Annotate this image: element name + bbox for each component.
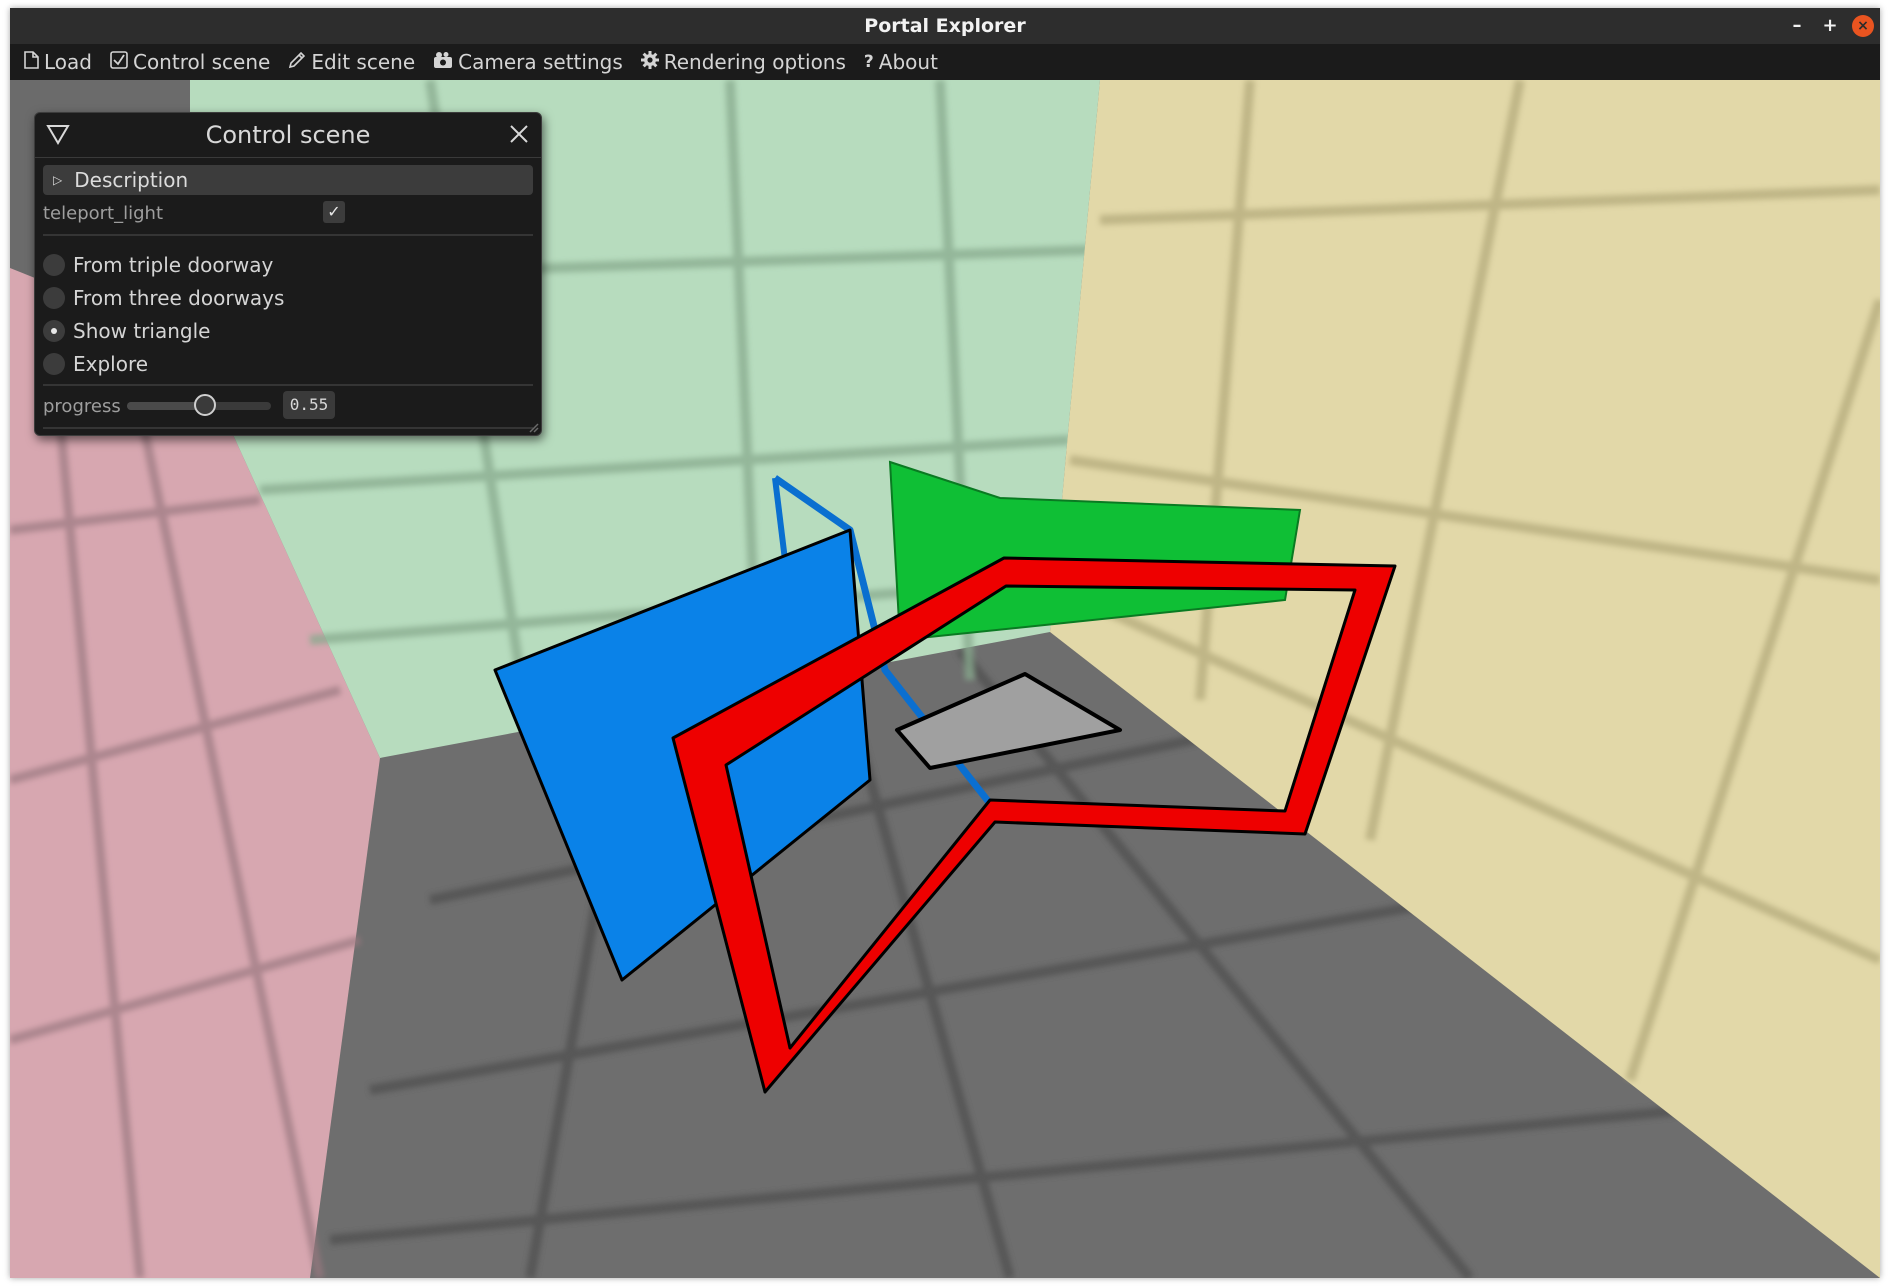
teleport-light-label: teleport_light	[43, 203, 163, 224]
menu-about[interactable]: ? About	[864, 50, 938, 74]
panel-title: Control scene	[205, 121, 371, 149]
resize-grip-icon[interactable]	[527, 421, 539, 433]
radio-label: Explore	[73, 352, 149, 376]
menu-rendering-options-label: Rendering options	[663, 50, 846, 74]
collapse-triangle-icon[interactable]	[45, 121, 71, 147]
menu-camera-settings-label: Camera settings	[458, 50, 623, 74]
description-collapsible[interactable]: ▷ Description	[43, 165, 533, 195]
radio-explore[interactable]: Explore	[43, 350, 148, 378]
radio-label: Show triangle	[73, 319, 211, 343]
slider-handle[interactable]	[194, 394, 217, 416]
radio-from-three-doorways[interactable]: From three doorways	[43, 284, 284, 312]
window-title: Portal Explorer	[864, 15, 1026, 37]
maximize-button[interactable]: +	[1819, 15, 1841, 37]
question-icon: ?	[863, 52, 874, 72]
menu-rendering-options[interactable]: Rendering options	[640, 50, 846, 74]
radio-button	[43, 353, 65, 375]
menu-load[interactable]: Load	[24, 50, 92, 74]
divider	[43, 234, 533, 236]
gear-icon	[640, 50, 659, 74]
radio-label: From triple doorway	[73, 253, 274, 277]
menu-load-label: Load	[44, 50, 92, 74]
menu-control-scene[interactable]: Control scene	[110, 50, 270, 74]
title-bar: Portal Explorer – + ×	[10, 8, 1880, 44]
menu-camera-settings[interactable]: Camera settings	[433, 50, 623, 74]
app-window: Portal Explorer – + × Load Control scene…	[10, 8, 1880, 1278]
checkbox-icon	[110, 50, 128, 74]
radio-show-triangle[interactable]: Show triangle	[43, 317, 210, 345]
3d-viewport[interactable]: Control scene ▷ Description teleport_lig…	[10, 80, 1880, 1278]
close-icon[interactable]	[507, 122, 531, 146]
menu-bar: Load Control scene Edit scene Camera set…	[10, 44, 1880, 80]
radio-from-triple-doorway[interactable]: From triple doorway	[43, 251, 273, 279]
menu-control-scene-label: Control scene	[132, 50, 271, 74]
menu-about-label: About	[878, 50, 938, 74]
minimize-button[interactable]: –	[1786, 15, 1808, 37]
panel-header[interactable]: Control scene	[35, 113, 541, 158]
menu-edit-scene-label: Edit scene	[311, 50, 416, 74]
description-label: Description	[74, 168, 189, 192]
checkmark-icon: ✓	[327, 202, 341, 221]
radio-label: From three doorways	[73, 286, 285, 310]
expand-arrow-icon: ▷	[53, 173, 63, 187]
radio-button	[43, 254, 65, 276]
progress-value-field[interactable]: 0.55	[283, 391, 335, 419]
divider	[43, 427, 533, 429]
progress-slider[interactable]	[127, 394, 271, 416]
radio-button	[43, 320, 65, 342]
progress-label: progress	[43, 396, 121, 417]
control-scene-panel: Control scene ▷ Description teleport_lig…	[34, 112, 542, 436]
menu-edit-scene[interactable]: Edit scene	[288, 50, 415, 74]
radio-button	[43, 287, 65, 309]
camera-icon	[433, 51, 453, 74]
teleport-light-checkbox[interactable]: ✓	[323, 201, 345, 223]
file-icon	[24, 50, 39, 74]
divider	[43, 384, 533, 386]
close-window-button[interactable]: ×	[1852, 15, 1874, 37]
pencil-icon	[288, 51, 306, 74]
